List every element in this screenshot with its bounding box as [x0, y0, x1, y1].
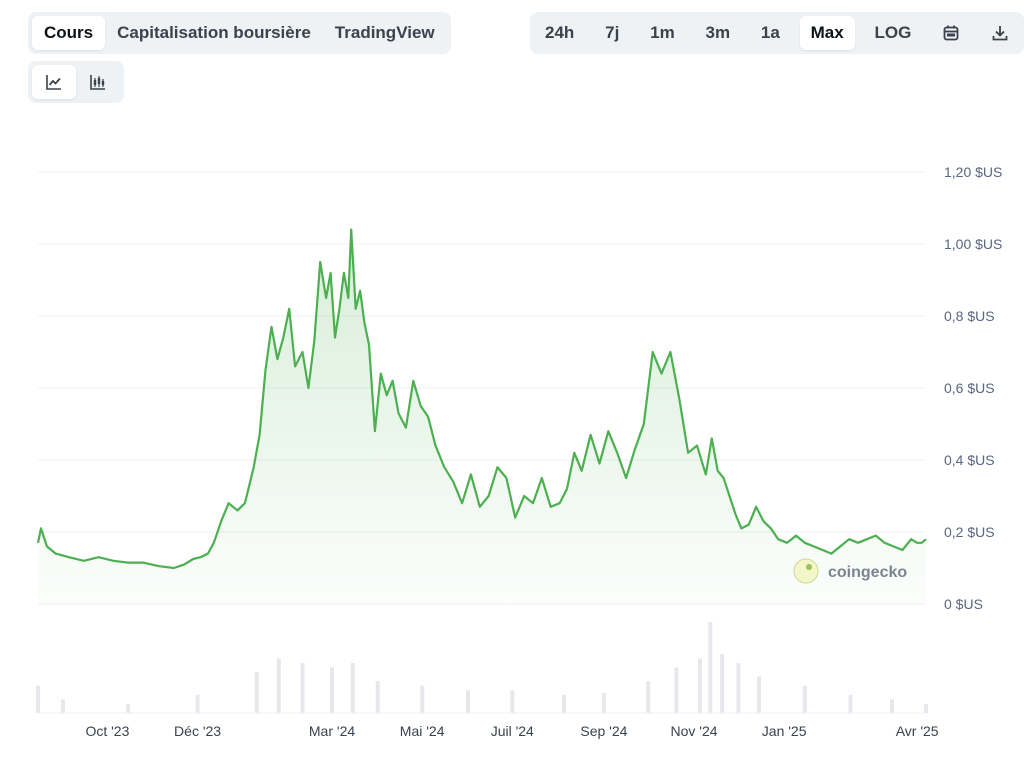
volume-bar [36, 685, 40, 713]
volume-bar [254, 672, 259, 713]
y-tick-label: 1,00 $US [944, 236, 1002, 252]
price-chart: 0 $US 0,2 $US 0,4 $US 0,6 $US 0,8 $US 1,00 $U… [36, 164, 1002, 739]
x-axis: Oct '23 Déc '23 Mar '24 Mai '24 Juil '24 Sep … [85, 723, 938, 739]
volume-bar [720, 653, 725, 713]
x-tick-label: Mai '24 [400, 723, 445, 739]
volume-bar [420, 685, 425, 713]
volume-bar [61, 699, 66, 714]
y-axis: 0 $US 0,2 $US 0,4 $US 0,6 $US 0,8 $US 1,00 $U… [944, 164, 1002, 612]
volume-bar [562, 694, 566, 713]
x-tick-label: Mar '24 [309, 723, 355, 739]
x-tick-label: Oct '23 [85, 723, 129, 739]
volume-bar [126, 703, 131, 713]
coingecko-wordmark: coingecko [828, 564, 907, 581]
coingecko-logo-eye [806, 564, 812, 570]
volume-bar [330, 667, 334, 713]
volume-bar [697, 658, 702, 713]
x-tick-label: Nov '24 [671, 723, 718, 739]
y-tick-label: 0,6 $US [944, 380, 995, 396]
volume-bar [646, 681, 651, 713]
y-tick-label: 1,20 $US [944, 164, 1002, 180]
y-tick-label: 0,8 $US [944, 308, 995, 324]
volume-bar [466, 690, 470, 714]
y-tick-label: 0 $US [944, 596, 983, 612]
volume-bar [375, 681, 380, 713]
coingecko-logo [793, 558, 819, 584]
volume-bar [350, 663, 355, 714]
volume-bar [708, 622, 713, 713]
volume-bar [802, 685, 807, 713]
x-tick-label: Avr '25 [896, 723, 939, 739]
y-tick-label: 0,4 $US [944, 452, 995, 468]
volume-bar [924, 703, 928, 713]
y-tick-label: 0,2 $US [944, 524, 995, 540]
volume-bar [510, 690, 515, 714]
volume-bar [757, 676, 761, 713]
volume-bar [601, 693, 606, 713]
x-tick-label: Juil '24 [491, 723, 534, 739]
volume-bar [300, 663, 305, 714]
volume-bar [674, 667, 679, 713]
volume-bars [36, 622, 928, 714]
volume-bar [195, 694, 200, 713]
volume-bar [848, 694, 853, 713]
x-tick-label: Sep '24 [580, 723, 627, 739]
price-area [38, 229, 926, 604]
volume-bar [890, 699, 894, 714]
volume-bar [736, 663, 741, 714]
x-tick-label: Déc '23 [174, 723, 221, 739]
volume-bar [276, 658, 281, 713]
x-tick-label: Jan '25 [762, 723, 807, 739]
